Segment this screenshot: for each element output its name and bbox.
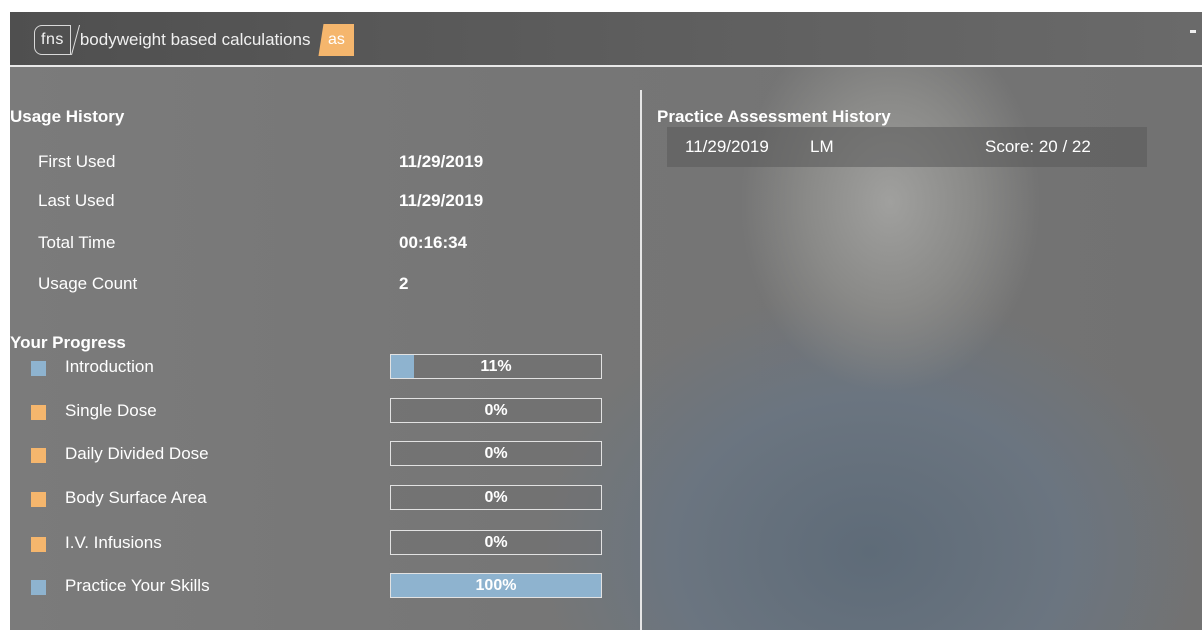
usage-value-last-used: 11/29/2019 (399, 191, 484, 210)
status-swatch (31, 537, 46, 552)
header-bar: fns bodyweight based calculations as (10, 12, 1202, 67)
panel-divider (640, 90, 642, 630)
usage-value-usage-count: 2 (399, 274, 409, 293)
progress-bar: 0% (390, 530, 602, 555)
progress-label: I.V. Infusions (65, 533, 162, 552)
progress-percent: 0% (484, 444, 508, 462)
progress-row-daily-divided-dose[interactable]: Daily Divided Dose 0% (28, 440, 608, 470)
progress-bar: 11% (390, 354, 602, 379)
progress-label: Introduction (65, 357, 154, 376)
progress-row-practice-your-skills[interactable]: Practice Your Skills 100% (28, 572, 608, 602)
status-swatch (31, 361, 46, 376)
usage-value-first-used: 11/29/2019 (399, 152, 484, 171)
progress-label: Single Dose (65, 401, 157, 420)
progress-label: Daily Divided Dose (65, 444, 209, 463)
assessment-initials: LM (810, 137, 834, 156)
usage-label-total-time: Total Time (38, 233, 116, 252)
progress-label: Body Surface Area (65, 488, 207, 507)
logo-badge: fns (34, 25, 71, 55)
usage-value-total-time: 00:16:34 (399, 233, 468, 252)
app-window: fns bodyweight based calculations as Usa… (10, 12, 1202, 630)
usage-history-heading: Usage History (10, 107, 125, 126)
progress-row-introduction[interactable]: Introduction 11% (28, 353, 608, 383)
progress-bar: 0% (390, 441, 602, 466)
usage-label-usage-count: Usage Count (38, 274, 138, 293)
progress-row-iv-infusions[interactable]: I.V. Infusions 0% (28, 529, 608, 559)
progress-row-single-dose[interactable]: Single Dose 0% (28, 397, 608, 427)
app-logo: fns bodyweight based calculations as (34, 24, 355, 56)
usage-label-first-used: First Used (38, 152, 116, 171)
your-progress-heading: Your Progress (10, 333, 126, 352)
progress-percent: 0% (484, 533, 508, 551)
progress-percent: 0% (484, 401, 508, 419)
assessment-history-heading: Practice Assessment History (657, 107, 891, 126)
usage-label-last-used: Last Used (38, 191, 115, 210)
progress-percent: 0% (484, 488, 508, 506)
status-swatch (31, 580, 46, 595)
status-swatch (31, 492, 46, 507)
logo-divider (70, 25, 80, 55)
progress-bar: 100% (390, 573, 602, 598)
progress-percent: 100% (475, 576, 517, 594)
assessment-history-row[interactable]: 11/29/2019 LM Score: 20 / 22 (667, 127, 1147, 167)
assessment-date: 11/29/2019 (685, 137, 769, 156)
progress-bar: 0% (390, 398, 602, 423)
left-panel: Usage History First Used 11/29/2019 Last… (10, 65, 640, 630)
progress-label: Practice Your Skills (65, 576, 210, 595)
logo-prefix: fns (41, 31, 64, 48)
progress-percent: 11% (480, 357, 512, 375)
right-panel: Practice Assessment History 11/29/2019 L… (657, 65, 1202, 630)
status-swatch (31, 405, 46, 420)
course-badge: as (318, 24, 355, 56)
minimize-icon[interactable] (1190, 30, 1196, 33)
app-title: bodyweight based calculations (79, 30, 311, 49)
status-swatch (31, 448, 46, 463)
assessment-score: Score: 20 / 22 (985, 137, 1091, 156)
progress-row-body-surface-area[interactable]: Body Surface Area 0% (28, 484, 608, 514)
progress-bar: 0% (390, 485, 602, 510)
